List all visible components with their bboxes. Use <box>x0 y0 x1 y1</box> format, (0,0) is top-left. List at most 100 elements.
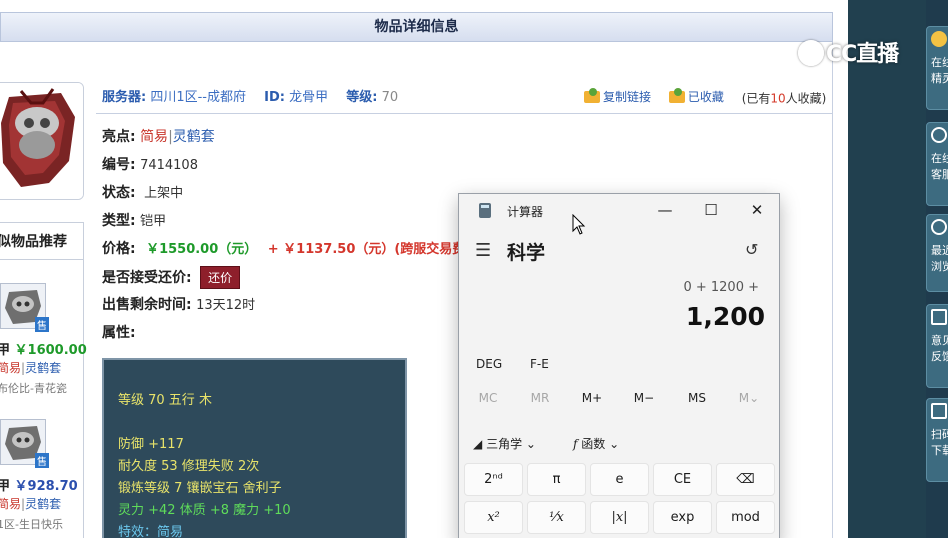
function-dropdown[interactable]: f 函数 ⌄ <box>573 435 619 452</box>
haggle-button[interactable]: 还价 <box>200 266 241 289</box>
hamburger-menu-icon[interactable]: ☰ <box>475 240 491 261</box>
cc-logo-icon <box>798 40 824 66</box>
attributes-row: 属性: <box>102 322 136 342</box>
function-icon: f <box>573 437 578 451</box>
clear-entry-button[interactable]: CE <box>653 463 712 496</box>
sidebar-card-label: 在线精灵 <box>931 56 948 85</box>
calculator-mode: 科学 <box>507 242 546 264</box>
remaining-time-label: 出售剩余时间: <box>102 297 192 313</box>
highlight-label: 亮点: <box>102 129 136 145</box>
highlight-tag-simple[interactable]: 简易 <box>140 129 168 145</box>
second-button[interactable]: 2ⁿᵈ <box>464 463 523 496</box>
sidebar-card-feedback[interactable]: 意见反馈 <box>926 304 948 388</box>
memory-store-button[interactable]: MS <box>677 391 717 405</box>
reciprocal-button[interactable]: ¹⁄x <box>527 501 586 534</box>
divider <box>96 113 833 114</box>
memory-recall-button[interactable]: MR <box>520 391 560 405</box>
similar-tag-set[interactable]: 灵鹤套 <box>25 497 61 511</box>
level-value: 70 <box>381 90 399 105</box>
watermark-text: CC直播 <box>826 42 899 67</box>
similar-tag-simple[interactable]: 简易 <box>0 497 21 511</box>
similar-tag-simple[interactable]: 简易 <box>0 361 21 375</box>
mouse-cursor-icon <box>572 214 586 235</box>
similar-item-prefix: 甲 <box>0 479 11 494</box>
exp-button[interactable]: exp <box>653 501 712 534</box>
square-button[interactable]: x² <box>464 501 523 534</box>
sidebar-card-online-service[interactable]: 在线客服 <box>926 122 948 206</box>
attr-stats: 灵力 +42 体质 +8 魔力 +10 <box>118 503 291 518</box>
attr-durability: 耐久度 53 修理失败 2次 <box>118 459 260 474</box>
pi-button[interactable]: π <box>527 463 586 496</box>
calculator-expression: 0 + 1200 + <box>683 280 759 295</box>
e-button[interactable]: e <box>590 463 649 496</box>
copy-link-button[interactable]: 复制链接 <box>584 87 652 105</box>
similar-tag-set[interactable]: 灵鹤套 <box>25 361 61 375</box>
mod-button[interactable]: mod <box>716 501 775 534</box>
sidebar-card-download[interactable]: 扫码下载 <box>926 398 948 482</box>
similar-divider <box>0 259 83 260</box>
close-button[interactable]: ✕ <box>739 199 775 221</box>
sidebar-card-online-spirit[interactable]: 在线精灵 <box>926 26 948 110</box>
attributes-panel: 等级 70 五行 木 防御 +117 耐久度 53 修理失败 2次 锻炼等级 7… <box>102 358 407 538</box>
live-stream-watermark: CC直播 <box>798 36 899 68</box>
history-icon[interactable]: ↺ <box>745 240 758 259</box>
similar-item-image[interactable]: 售 <box>0 283 49 332</box>
haggle-row: 是否接受还价: 还价 <box>102 266 241 289</box>
for-sale-badge: 售 <box>35 453 49 468</box>
triangle-icon: ◢ <box>473 437 483 451</box>
price-extra: + ￥1137.50（元）(跨服交易费 <box>267 242 466 257</box>
favorite-button[interactable]: 已收藏 <box>668 87 724 105</box>
favorited-label: 已收藏 <box>687 90 724 104</box>
headset-icon <box>931 127 947 143</box>
backspace-button[interactable]: ⌫ <box>716 463 775 496</box>
sidebar-card-recent[interactable]: 最近浏览 <box>926 214 948 292</box>
server-value: 四川1区--成都府 <box>150 90 246 105</box>
attributes-label: 属性: <box>102 325 136 341</box>
calculator-title: 计算器 <box>507 205 544 219</box>
minimize-button[interactable]: — <box>647 199 683 221</box>
absolute-button[interactable]: |x| <box>590 501 649 534</box>
attr-gap <box>118 412 391 434</box>
highlight-tag-set[interactable]: 灵鹤套 <box>173 129 215 145</box>
function-label: 函数 <box>581 437 606 451</box>
status-row: 状态: 上架中 <box>102 182 183 202</box>
calculator-titlebar[interactable]: 计算器 — ☐ ✕ <box>459 194 779 226</box>
sidebar-card-label: 在线客服 <box>931 152 948 181</box>
similar-item-server: 1区-生日快乐 <box>0 518 63 531</box>
sidebar-card-label: 最近浏览 <box>931 244 948 273</box>
copy-link-label: 复制链接 <box>603 90 652 104</box>
level-label: 等级: <box>346 90 378 105</box>
server-label: 服务器: <box>102 90 147 105</box>
trigonometry-label: 三角学 <box>486 437 523 451</box>
memory-add-button[interactable]: M+ <box>572 391 612 405</box>
similar-item-tags: 简易|灵鹤套 <box>0 359 61 376</box>
similar-item-price-value: ￥928.70 <box>14 479 78 494</box>
deg-toggle[interactable]: DEG <box>476 357 502 371</box>
fav-count-prefix: (已有 <box>741 91 771 106</box>
qrcode-icon <box>931 403 947 419</box>
status-label: 状态: <box>102 185 136 201</box>
price-value: ￥1550.00（元） <box>146 242 258 257</box>
chevron-down-icon: ⌄ <box>609 437 620 451</box>
favorite-count: (已有10人收藏) <box>742 92 827 106</box>
fe-toggle[interactable]: F-E <box>530 357 549 371</box>
memory-list-button[interactable]: M⌄ <box>729 391 769 405</box>
edit-icon <box>931 309 947 325</box>
folder-icon <box>584 87 600 103</box>
for-sale-badge: 售 <box>35 317 49 332</box>
id-value: 龙骨甲 <box>289 90 329 105</box>
item-actions: 复制链接 已收藏 (已有10人收藏) <box>584 87 827 107</box>
type-label: 类型: <box>102 213 136 229</box>
memory-subtract-button[interactable]: M− <box>624 391 664 405</box>
fav-count-suffix: 人收藏) <box>785 91 827 106</box>
sidebar-card-label: 扫码下载 <box>931 428 948 457</box>
chevron-down-icon: ⌄ <box>525 437 536 451</box>
similar-item-prefix: 甲 <box>0 343 11 358</box>
similar-item-image[interactable]: 售 <box>0 419 49 468</box>
trigonometry-dropdown[interactable]: ◢ 三角学 ⌄ <box>473 435 536 452</box>
type-row: 类型: 铠甲 <box>102 210 166 230</box>
similar-item-tags: 简易|灵鹤套 <box>0 495 61 512</box>
memory-clear-button[interactable]: MC <box>468 391 508 405</box>
maximize-button[interactable]: ☐ <box>693 199 729 221</box>
item-thumbnail[interactable] <box>0 82 84 200</box>
